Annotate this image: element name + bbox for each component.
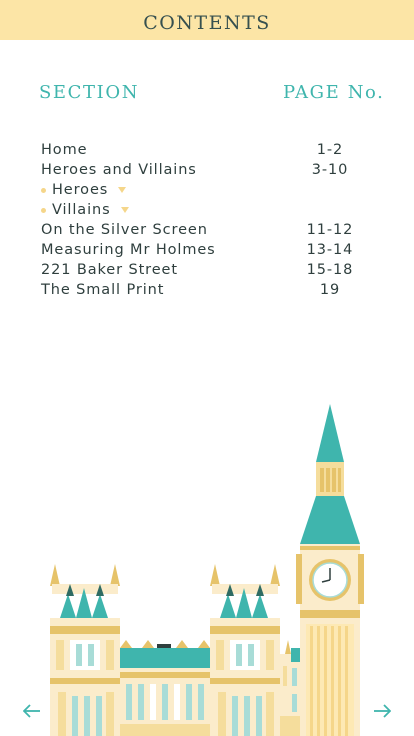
toc-item-pages: 19 [319, 282, 341, 298]
toc-item-the-small-print[interactable]: The Small Print 19 [41, 280, 361, 300]
toc-item-pages: 15-18 [306, 262, 354, 278]
caret-down-icon[interactable] [120, 207, 129, 213]
arrow-left-icon[interactable] [23, 704, 41, 718]
toc-item-label[interactable]: On the Silver Screen [41, 220, 208, 240]
big-ben-clock-tower [296, 404, 364, 736]
arrow-right-icon[interactable] [373, 704, 391, 718]
toc-item-pages: 1-2 [316, 142, 344, 158]
toc-item-pages: 3-10 [311, 162, 349, 178]
toc-subitem-label-wrap[interactable]: Heroes [52, 180, 127, 200]
parliament-connector [280, 640, 301, 736]
toc-item-pages: 11-12 [306, 222, 354, 238]
section-column-header: SECTION [39, 82, 140, 103]
parliament-right-tower [210, 564, 280, 736]
bullet-dot-icon [41, 208, 46, 213]
toc-item-221-baker-street[interactable]: 221 Baker Street 15-18 [41, 260, 361, 280]
toc-item-label[interactable]: 221 Baker Street [41, 260, 178, 280]
toc-item-label[interactable]: The Small Print [41, 280, 164, 300]
toc-subitem-heroes[interactable]: Heroes [41, 180, 361, 200]
toc-item-label[interactable]: Measuring Mr Holmes [41, 240, 216, 260]
next-page-button[interactable] [369, 698, 395, 724]
toc-item-measuring-mr-holmes[interactable]: Measuring Mr Holmes 13-14 [41, 240, 361, 260]
page-number-column-header: PAGE No. [283, 82, 385, 103]
toc-item-label[interactable]: Home [41, 140, 87, 160]
parliament-left-tower [50, 564, 120, 736]
toc-item-label[interactable]: Heroes and Villains [41, 160, 197, 180]
toc-subitem-label[interactable]: Heroes [52, 182, 108, 198]
header-bar: CONTENTS [0, 0, 414, 40]
caret-down-icon[interactable] [118, 187, 127, 193]
toc-item-home[interactable]: Home 1-2 [41, 140, 361, 160]
toc-item-heroes-and-villains[interactable]: Heroes and Villains 3-10 [41, 160, 361, 180]
toc-subitem-label[interactable]: Villains [52, 202, 111, 218]
toc-item-on-the-silver-screen[interactable]: On the Silver Screen 11-12 [41, 220, 361, 240]
westminster-illustration [50, 404, 364, 736]
toc-item-pages: 13-14 [306, 242, 354, 258]
previous-page-button[interactable] [19, 698, 45, 724]
bullet-dot-icon [41, 188, 46, 193]
parliament-middle-hall [120, 640, 210, 736]
page-title: CONTENTS [143, 12, 271, 34]
toc-subitem-label-wrap[interactable]: Villains [52, 200, 129, 220]
toc-subitem-villains[interactable]: Villains [41, 200, 361, 220]
table-of-contents: Home 1-2 Heroes and Villains 3-10 Heroes… [41, 140, 361, 300]
